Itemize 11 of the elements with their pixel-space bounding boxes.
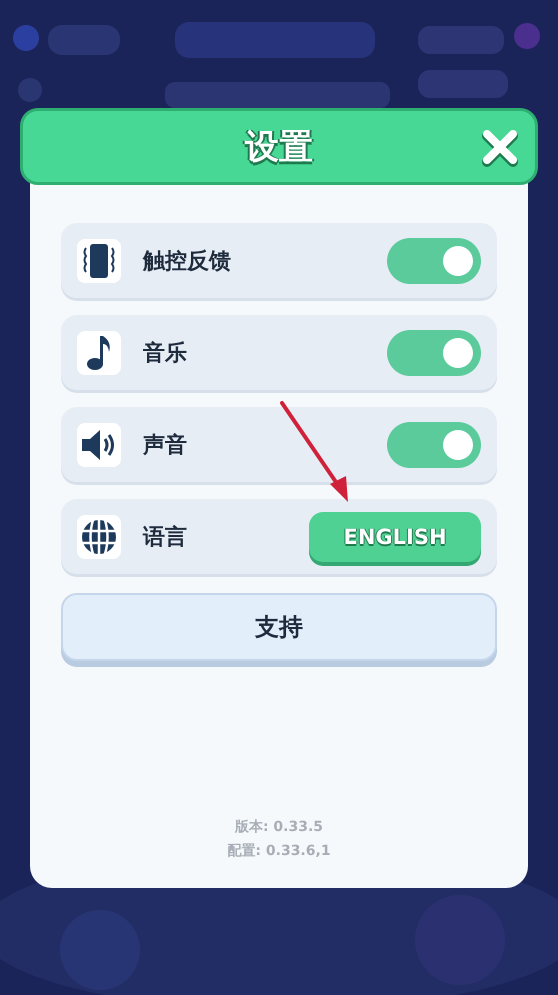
setting-label: 触控反馈 [143, 248, 232, 276]
toggle-switch[interactable] [387, 238, 481, 284]
setting-label: 声音 [143, 432, 188, 460]
setting-label: 音乐 [143, 340, 188, 368]
toggle-switch[interactable] [387, 330, 481, 376]
toggle-switch[interactable] [387, 422, 481, 468]
dialog-title: 设置 [245, 126, 313, 168]
setting-label: 语言 [143, 524, 188, 552]
version-text: 版本: 0.33.5 [234, 818, 324, 836]
music-note-icon [86, 334, 112, 372]
version-text: 配置: 0.33.6,1 [227, 842, 331, 860]
